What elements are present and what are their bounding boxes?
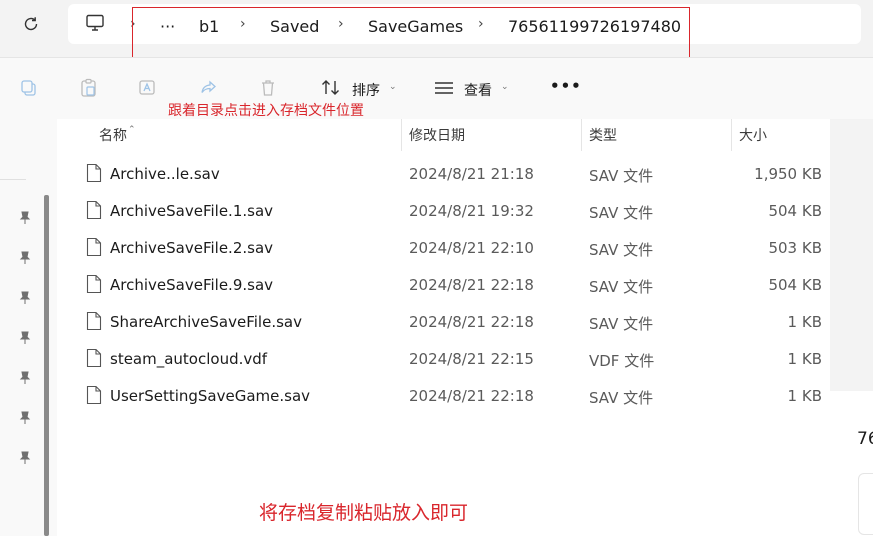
file-row[interactable]: ShareArchiveSaveFile.sav 2024/8/21 22:18 S… [57,303,830,340]
sort-label[interactable]: 排序 [352,80,380,100]
sort-icon [322,80,339,95]
file-icon [86,163,102,183]
file-type: SAV 文件 [589,315,654,333]
command-bar: 排序 ⌄ 查看 ⌄ ••• [0,57,873,120]
file-icon [86,274,102,294]
file-icon [86,385,102,405]
file-icon [86,348,102,368]
rename-icon [139,80,155,95]
column-header-name[interactable]: 名称 [99,125,127,145]
delete-icon [262,80,274,96]
file-name[interactable]: ArchiveSaveFile.9.sav [110,276,273,294]
pin-icon[interactable] [18,411,32,425]
sort-button[interactable] [320,77,342,99]
view-label[interactable]: 查看 [464,80,492,100]
sort-caret-icon: ⌃ [128,125,136,135]
file-type: SAV 文件 [589,204,654,222]
copy-button[interactable] [18,77,40,99]
delete-button[interactable] [257,77,279,99]
view-icon [435,82,453,94]
paste-icon [81,78,96,97]
file-size: 503 KB [768,239,822,257]
chevron-down-icon: ⌄ [389,82,397,92]
file-size: 1,950 KB [754,165,822,183]
share-button[interactable] [198,77,220,99]
file-row[interactable]: UserSettingSaveGame.sav 2024/8/21 22:18 SA… [57,377,830,414]
column-header-date[interactable]: 修改日期 [409,125,465,145]
file-name[interactable]: ShareArchiveSaveFile.sav [110,313,302,331]
refresh-icon [24,17,38,31]
more-options-button[interactable]: ••• [550,77,582,95]
pin-icon[interactable] [18,291,32,305]
file-icon [86,237,102,257]
navigation-pane [0,119,57,536]
pin-icon[interactable] [18,331,32,345]
column-divider[interactable] [731,119,732,151]
details-title: 76 [857,429,873,449]
nav-scrollbar[interactable] [44,195,49,536]
pin-icon[interactable] [18,451,32,465]
annotation-bottom-text: 将存档复制粘贴放入即可 [259,502,469,524]
column-divider[interactable] [581,119,582,151]
details-pane: 76 [830,119,873,536]
file-icon [86,311,102,331]
column-divider[interactable] [401,119,402,151]
file-type: SAV 文件 [589,241,654,259]
file-name[interactable]: steam_autocloud.vdf [110,350,267,368]
file-name[interactable]: Archive..le.sav [110,165,220,183]
file-name[interactable]: ArchiveSaveFile.1.sav [110,202,273,220]
details-card: 76 [830,391,873,536]
annotation-top-text: 跟着目录点击进入存档文件位置 [168,103,364,119]
nav-divider [0,179,26,180]
file-date: 2024/8/21 22:18 [409,276,534,294]
file-row[interactable]: steam_autocloud.vdf 2024/8/21 22:15 VDF 文件… [57,340,830,377]
file-size: 1 KB [787,350,822,368]
file-type: SAV 文件 [589,389,654,407]
file-date: 2024/8/21 19:32 [409,202,534,220]
pin-icon[interactable] [18,371,32,385]
copy-icon [21,80,36,96]
file-date: 2024/8/21 22:18 [409,387,534,405]
details-preview [858,473,873,535]
file-name[interactable]: ArchiveSaveFile.2.sav [110,239,273,257]
column-header-row: ⌃ 名称 修改日期 类型 大小 [57,119,830,151]
file-row[interactable]: Archive..le.sav 2024/8/21 21:18 SAV 文件 1,95… [57,155,830,192]
view-button[interactable] [433,77,455,99]
pin-icon[interactable] [18,211,32,225]
file-type: VDF 文件 [589,352,655,370]
computer-icon[interactable] [85,14,105,32]
refresh-button[interactable] [18,11,44,37]
pin-icon[interactable] [18,251,32,265]
file-size: 1 KB [787,387,822,405]
file-name[interactable]: UserSettingSaveGame.sav [110,387,310,405]
file-date: 2024/8/21 22:10 [409,239,534,257]
file-row[interactable]: ArchiveSaveFile.1.sav 2024/8/21 19:32 SAV … [57,192,830,229]
file-size: 1 KB [787,313,822,331]
file-row[interactable]: ArchiveSaveFile.9.sav 2024/8/21 22:18 SAV … [57,266,830,303]
paste-button[interactable] [78,77,100,99]
file-list: ⌃ 名称 修改日期 类型 大小 Archive..le.sav 2024/8/21… [57,119,830,536]
chevron-down-icon: ⌄ [501,82,509,92]
file-icon [86,200,102,220]
column-header-size[interactable]: 大小 [739,125,767,145]
file-type: SAV 文件 [589,278,654,296]
file-size: 504 KB [768,276,822,294]
file-date: 2024/8/21 22:18 [409,313,534,331]
file-date: 2024/8/21 21:18 [409,165,534,183]
column-header-type[interactable]: 类型 [589,125,617,145]
share-icon [201,80,216,93]
file-row[interactable]: ArchiveSaveFile.2.sav 2024/8/21 22:10 SAV … [57,229,830,266]
file-type: SAV 文件 [589,167,654,185]
rename-button[interactable] [137,77,159,99]
file-size: 504 KB [768,202,822,220]
file-date: 2024/8/21 22:15 [409,350,534,368]
